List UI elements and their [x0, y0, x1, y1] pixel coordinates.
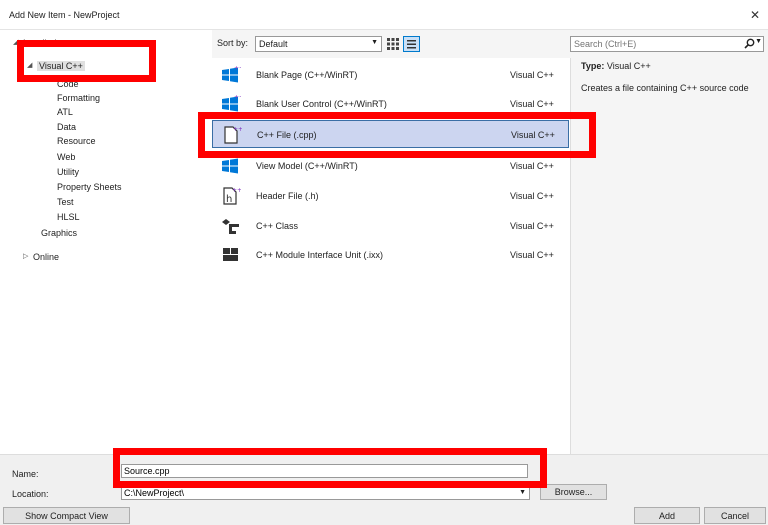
svg-text:++: ++ — [232, 187, 241, 194]
name-label: Name: — [12, 469, 39, 479]
template-row-cpp-class[interactable]: C++ Class Visual C++ — [212, 212, 570, 240]
cpp-class-icon — [222, 219, 239, 234]
sort-label: Sort by: — [217, 38, 249, 48]
tree-node-code[interactable]: Code — [57, 77, 79, 91]
template-name: C++ Module Interface Unit (.ixx) — [256, 250, 384, 260]
search-box: ▼ — [570, 36, 764, 52]
template-row-blank-page[interactable]: ++ Blank Page (C++/WinRT) Visual C++ — [212, 61, 570, 89]
list-view-button[interactable] — [403, 36, 420, 52]
bottom-form: Name: Location: ▼ Browse... Show Compact… — [0, 454, 768, 525]
search-input[interactable] — [571, 37, 747, 51]
tree-node-property-sheets[interactable]: Property Sheets — [57, 180, 122, 194]
sort-dropdown[interactable]: Default ▼ — [255, 36, 382, 52]
location-combo[interactable]: ▼ — [121, 486, 530, 500]
template-row-cpp-file[interactable]: ++ C++ File (.cpp) Visual C++ — [212, 120, 569, 148]
expanded-arrow-icon: ◢ — [13, 39, 19, 46]
template-language: Visual C++ — [510, 191, 554, 201]
tree-node-atl[interactable]: ATL — [57, 105, 73, 119]
expanded-arrow-icon: ◢ — [27, 62, 33, 69]
location-input[interactable] — [122, 487, 512, 499]
cpp-file-icon: ++ — [224, 126, 242, 144]
tree-node-online[interactable]: ▷ Online — [23, 250, 59, 264]
close-button[interactable]: ✕ — [744, 5, 766, 25]
template-language: Visual C++ — [511, 130, 555, 140]
blank-page-icon: ++ — [222, 65, 241, 83]
svg-text:++: ++ — [233, 126, 242, 133]
dropdown-arrow-icon: ▼ — [371, 39, 378, 46]
browse-button[interactable]: Browse... — [540, 484, 607, 500]
show-compact-view-button[interactable]: Show Compact View — [3, 507, 130, 524]
name-input[interactable] — [121, 464, 528, 478]
sort-value: Default — [259, 39, 288, 49]
header-file-icon: h ++ — [223, 187, 241, 205]
tree-node-web[interactable]: Web — [57, 150, 75, 164]
details-panel: Type: Visual C++ Creates a file containi… — [570, 58, 768, 454]
tree-node-data[interactable]: Data — [57, 120, 76, 134]
search-icon[interactable] — [744, 38, 755, 49]
template-row-header-file[interactable]: h ++ Header File (.h) Visual C++ — [212, 182, 570, 210]
template-name: Blank Page (C++/WinRT) — [256, 70, 358, 80]
template-name: C++ Class — [256, 221, 299, 231]
add-button[interactable]: Add — [634, 507, 700, 524]
tree-node-test[interactable]: Test — [57, 195, 74, 209]
search-options-arrow-icon[interactable]: ▼ — [755, 38, 762, 45]
svg-text:++: ++ — [234, 65, 241, 72]
tree-node-hlsl[interactable]: HLSL — [57, 210, 80, 224]
tree-node-visual-cpp[interactable]: ◢ Visual C++ — [27, 59, 85, 73]
collapsed-arrow-icon: ▷ — [23, 253, 29, 260]
svg-text:++: ++ — [234, 94, 241, 101]
template-language: Visual C++ — [510, 221, 554, 231]
user-control-icon: ++ — [222, 94, 241, 112]
tree-node-installed[interactable]: ◢ Installed — [13, 36, 57, 50]
dropdown-arrow-icon[interactable]: ▼ — [519, 489, 526, 496]
type-label: Type: — [581, 61, 605, 71]
category-tree: ◢ Installed ◢ Visual C++ Code Formatting… — [0, 30, 212, 454]
template-name: Blank User Control (C++/WinRT) — [256, 99, 387, 109]
template-language: Visual C++ — [510, 99, 554, 109]
tree-node-graphics[interactable]: Graphics — [41, 226, 77, 240]
list-view-icon — [407, 40, 416, 49]
svg-text:h: h — [226, 194, 232, 205]
location-label: Location: — [12, 489, 49, 499]
cancel-button[interactable]: Cancel — [704, 507, 766, 524]
window-title: Add New Item - NewProject — [9, 10, 120, 20]
tree-node-utility[interactable]: Utility — [57, 165, 79, 179]
type-value: Visual C++ — [606, 61, 651, 71]
template-language: Visual C++ — [510, 250, 554, 260]
template-description: Creates a file containing C++ source cod… — [581, 83, 749, 93]
grid-view-icon[interactable] — [387, 38, 399, 50]
template-row-module-interface[interactable]: C++ Module Interface Unit (.ixx) Visual … — [212, 241, 570, 269]
template-name: View Model (C++/WinRT) — [256, 161, 358, 171]
type-line: Type: Visual C++ — [581, 61, 651, 71]
sort-toolbar: Sort by: Default ▼ — [212, 30, 570, 58]
template-language: Visual C++ — [510, 70, 554, 80]
template-language: Visual C++ — [510, 161, 554, 171]
view-model-icon — [222, 158, 238, 174]
template-row-blank-user-control[interactable]: ++ Blank User Control (C++/WinRT) Visual… — [212, 90, 570, 118]
module-interface-icon — [223, 248, 238, 261]
template-list: ++ Blank Page (C++/WinRT) Visual C++ ++ … — [212, 58, 570, 454]
tree-node-resource[interactable]: Resource — [57, 134, 96, 148]
tree-node-formatting[interactable]: Formatting — [57, 91, 100, 105]
template-name: C++ File (.cpp) — [257, 130, 317, 140]
template-name: Header File (.h) — [256, 191, 319, 201]
template-row-view-model[interactable]: View Model (C++/WinRT) Visual C++ — [212, 152, 570, 180]
title-bar: Add New Item - NewProject ✕ — [0, 0, 768, 30]
